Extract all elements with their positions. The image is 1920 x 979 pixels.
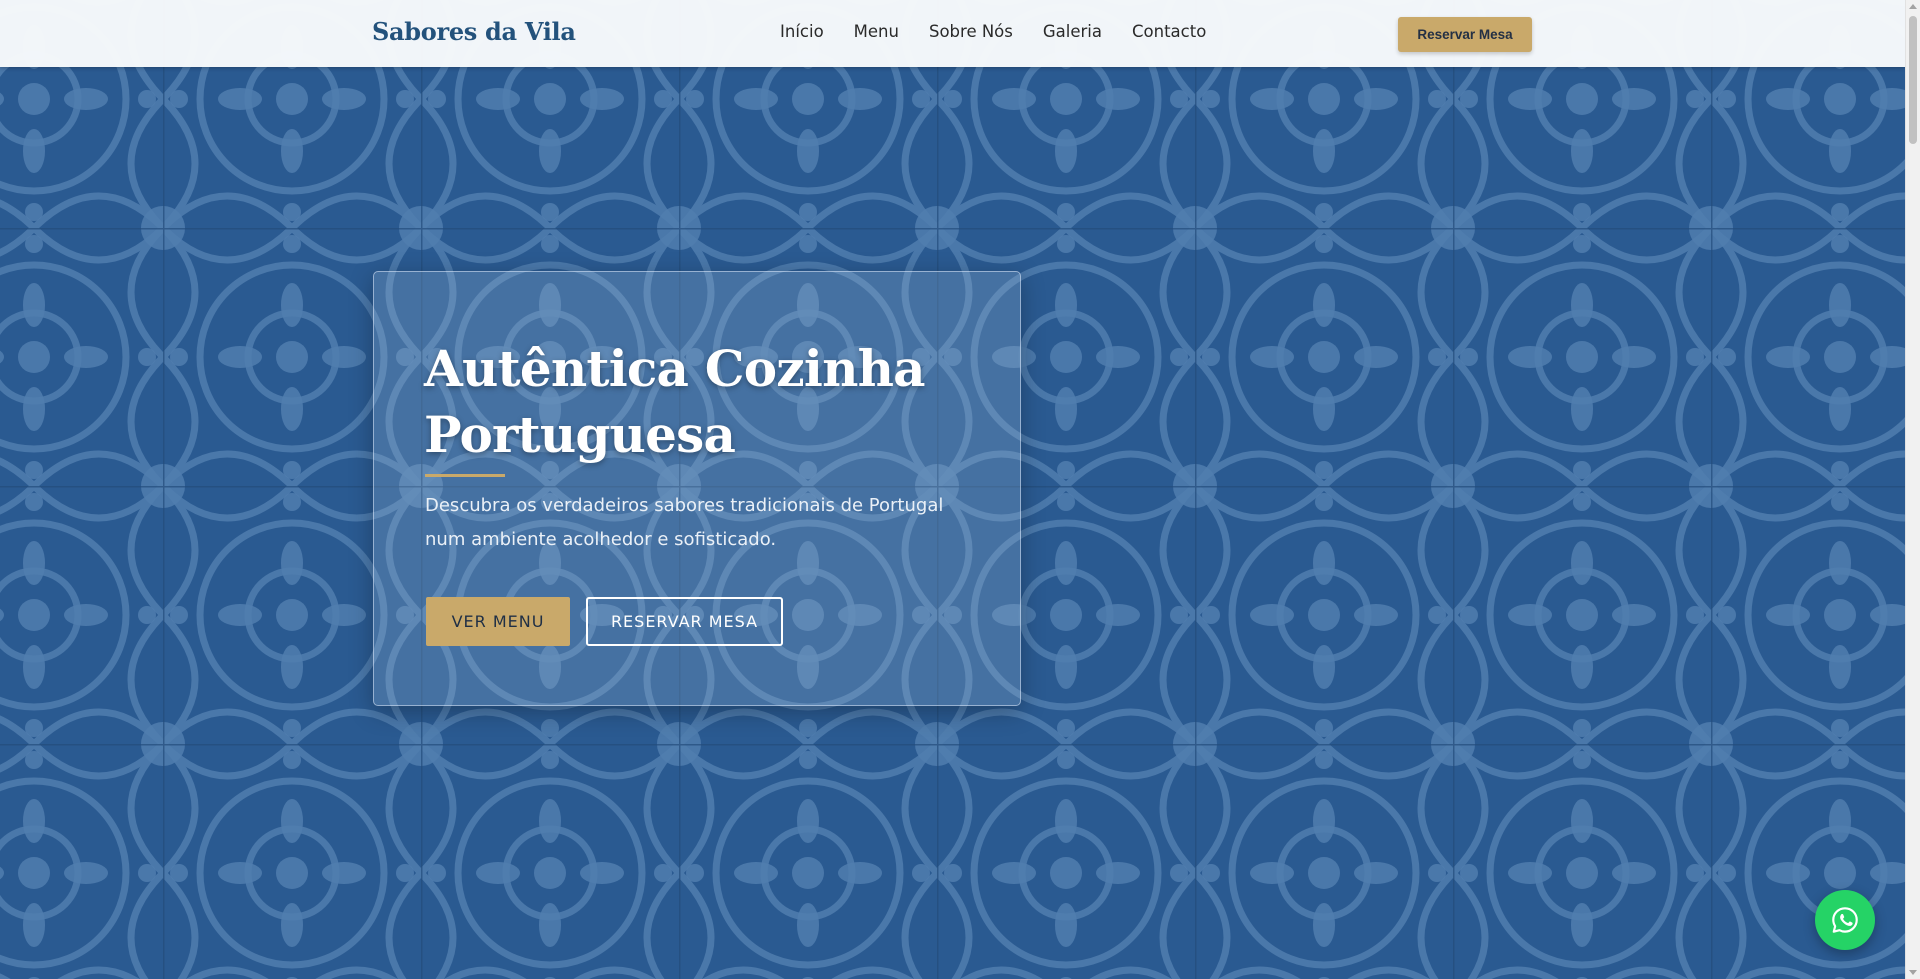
- reserve-table-header-button[interactable]: Reservar Mesa: [1398, 17, 1532, 52]
- page-scrollbar[interactable]: [1905, 0, 1920, 979]
- nav-item-contacto[interactable]: Contacto: [1132, 22, 1206, 41]
- hero-card: Autêntica Cozinha Portuguesa Descubra os…: [373, 271, 1021, 706]
- logo[interactable]: Sabores da Vila: [372, 17, 576, 46]
- site-header: Sabores da Vila Início Menu Sobre Nós Ga…: [0, 0, 1905, 67]
- reserve-table-button[interactable]: RESERVAR MESA: [586, 597, 783, 646]
- nav-item-sobre-nos[interactable]: Sobre Nós: [929, 22, 1013, 41]
- hero-title: Autêntica Cozinha Portuguesa: [424, 339, 926, 464]
- scrollbar-thumb[interactable]: [1909, 16, 1917, 144]
- scroll-down-arrow-icon[interactable]: [1909, 970, 1917, 975]
- scroll-up-arrow-icon[interactable]: [1909, 4, 1917, 9]
- nav-item-inicio[interactable]: Início: [780, 22, 824, 41]
- view-menu-button[interactable]: VER MENU: [426, 597, 570, 646]
- hero-subtitle: Descubra os verdadeiros sabores tradicio…: [425, 495, 944, 550]
- nav-item-galeria[interactable]: Galeria: [1043, 22, 1102, 41]
- whatsapp-button[interactable]: [1815, 890, 1875, 950]
- main-nav: Início Menu Sobre Nós Galeria Contacto: [780, 22, 1206, 41]
- whatsapp-icon: [1832, 907, 1858, 933]
- nav-item-menu[interactable]: Menu: [854, 22, 899, 41]
- hero-divider: [425, 474, 505, 477]
